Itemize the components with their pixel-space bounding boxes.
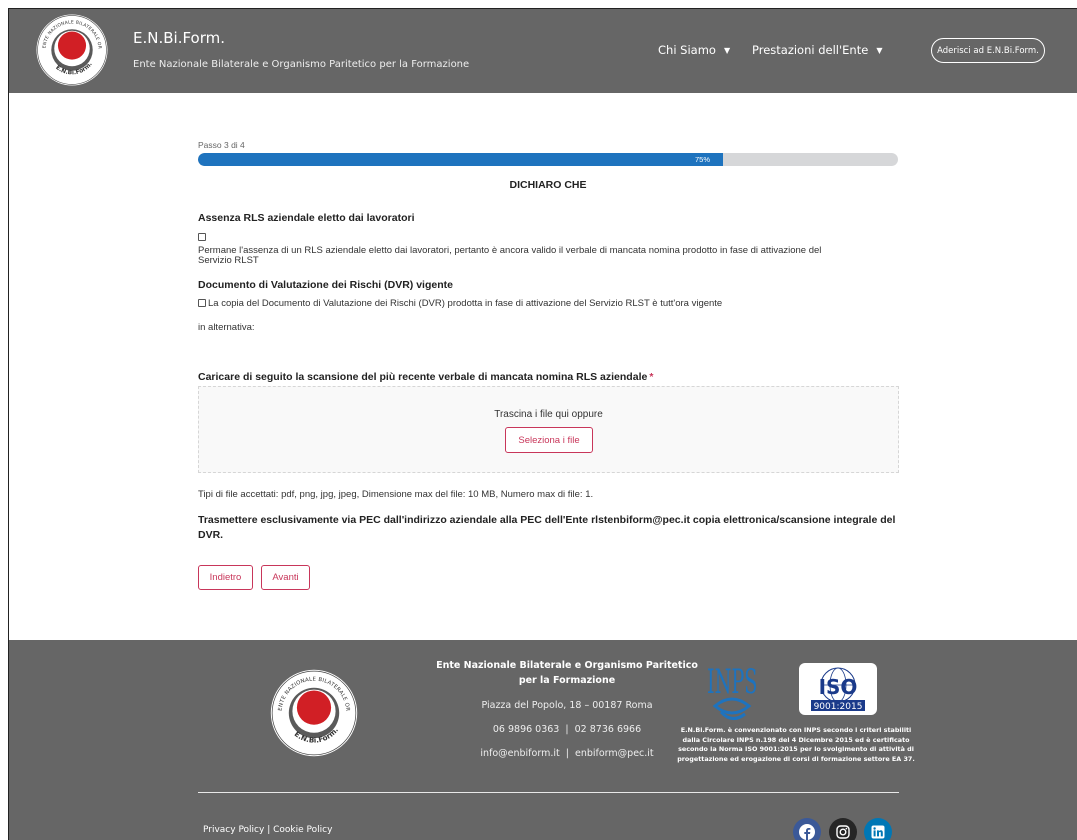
step-indicator: Passo 3 di 4 [198, 140, 245, 150]
dvr-text: La copia del Documento di Valutazione de… [208, 298, 723, 309]
progress-percent: 75% [695, 155, 711, 164]
chevron-down-icon: ▼ [723, 46, 731, 55]
iso-number: 9001:2015 [814, 702, 863, 712]
link-separator: | [264, 825, 274, 835]
select-files-button[interactable]: Seleziona i file [505, 427, 593, 453]
pec-instruction-line1: Trasmettere esclusivamente via PEC dall'… [198, 514, 896, 526]
footer-legal-links: Privacy Policy | Cookie Policy [203, 825, 332, 835]
file-info: Tipi di file accettati: pdf, png, jpg, j… [198, 489, 594, 500]
footer-address: Piazza del Popolo, 18 – 00187 Roma [481, 700, 653, 711]
footer-org-name: Ente Nazionale Bilaterale e Organismo Pa… [429, 658, 705, 688]
footer-divider [198, 792, 899, 793]
logo-icon[interactable]: ENTE NAZIONALE BILATERALE ORGANISMO PARI… [35, 13, 109, 87]
upload-heading: Caricare di seguito la scansione del più… [198, 371, 653, 383]
cookie-policy-link[interactable]: Cookie Policy [273, 825, 332, 835]
file-dropzone[interactable]: Trascina i file qui oppure Seleziona i f… [198, 386, 899, 473]
progress-fill [198, 153, 723, 166]
back-button[interactable]: Indietro [198, 565, 253, 590]
next-button[interactable]: Avanti [261, 565, 310, 590]
page: ENTE NAZIONALE BILATERALE ORGANISMO PARI… [8, 8, 1077, 840]
dvr-checkbox[interactable] [198, 299, 206, 307]
rls-checkbox-wrapper [198, 233, 208, 243]
section-title: DICHIARO CHE [509, 179, 587, 191]
required-marker: * [649, 371, 654, 383]
nav-prestazioni-label: Prestazioni dell'Ente [752, 43, 869, 57]
footer-emails[interactable]: info@enbiform.it | enbiform@pec.it [429, 748, 705, 759]
nav-chi-siamo[interactable]: Chi Siamo ▼ [658, 43, 730, 57]
nav-prestazioni[interactable]: Prestazioni dell'Ente ▼ [752, 43, 882, 57]
rls-text-line2: Servizio RLST [198, 255, 259, 266]
instagram-button[interactable] [829, 818, 857, 840]
footer-accreditation-note: E.N.Bi.Form. è convenzionato con INPS se… [675, 726, 917, 764]
site-footer: ENTE NAZIONALE BILATERALE ORGANISMO PARI… [9, 640, 1077, 840]
chevron-down-icon: ▼ [876, 46, 883, 55]
linkedin-icon [871, 825, 885, 839]
progress-bar: 75% [198, 153, 898, 166]
footer-note-line: E.N.Bi.Form. è convenzionato con INPS se… [680, 726, 912, 734]
dvr-option: La copia del Documento di Valutazione de… [198, 299, 722, 309]
footer-org-name-line2: per la Formazione [518, 675, 616, 686]
pec-instruction-line2: DVR. [198, 529, 224, 541]
join-button[interactable]: Aderisci ad E.N.Bi.Form. [931, 38, 1045, 63]
inps-logo-text: INPS [707, 663, 757, 701]
facebook-button[interactable] [793, 818, 821, 840]
dropzone-text: Trascina i file qui oppure [494, 409, 603, 420]
alternative-text: in alternativa: [198, 322, 255, 333]
rls-text-line1: Permane l'assenza di un RLS aziendale el… [198, 245, 822, 256]
privacy-policy-link[interactable]: Privacy Policy [203, 825, 264, 835]
rls-checkbox[interactable] [198, 233, 206, 241]
site-header: ENTE NAZIONALE BILATERALE ORGANISMO PARI… [9, 9, 1077, 93]
footer-note-line: secondo la Norma ISO 9001:2015 per lo sv… [678, 745, 914, 754]
inps-logo-icon: INPS [707, 663, 757, 720]
iso-badge-icon: ISO 9001:2015 [799, 663, 877, 715]
iso-text: ISO [819, 675, 858, 699]
facebook-icon [799, 824, 815, 840]
upload-heading-text: Caricare di seguito la scansione del più… [198, 371, 648, 383]
footer-logo-icon: ENTE NAZIONALE BILATERALE ORGANISMO PARI… [269, 668, 358, 757]
footer-org-name-line1: Ente Nazionale Bilaterale e Organismo Pa… [436, 660, 698, 671]
rls-heading: Assenza RLS aziendale eletto dai lavorat… [198, 212, 415, 224]
instagram-icon [836, 825, 850, 839]
footer-note-line: progettazione ed erogazione di corsi di … [677, 754, 915, 763]
brand-subtitle: Ente Nazionale Bilaterale e Organismo Pa… [133, 59, 470, 70]
footer-phones[interactable]: 06 9896 0363 | 02 8736 6966 [429, 724, 705, 735]
brand-title[interactable]: E.N.Bi.Form. [133, 29, 225, 47]
linkedin-button[interactable] [864, 818, 892, 840]
nav-chi-siamo-label: Chi Siamo [658, 43, 716, 57]
dvr-heading: Documento di Valutazione dei Rischi (DVR… [198, 279, 453, 291]
footer-note-line: dalla Circolare INPS n.198 del 4 Dicembr… [682, 735, 910, 744]
